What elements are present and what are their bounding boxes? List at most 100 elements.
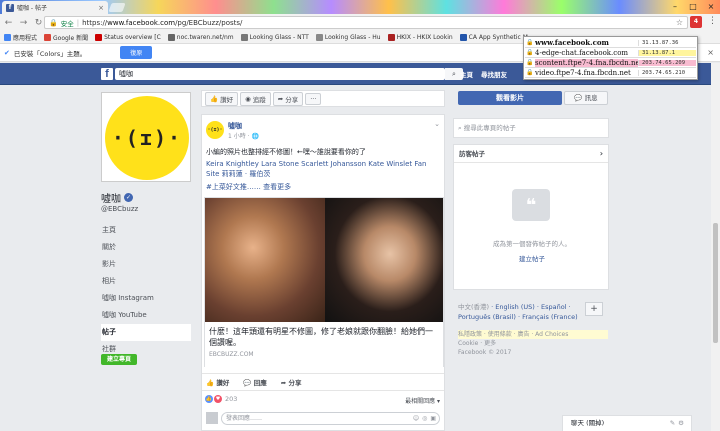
chat-settings-icons[interactable]: ✎⚙ — [670, 416, 687, 431]
extension-ip-icon[interactable]: 4 — [690, 16, 702, 28]
love-reaction-icon: ♥ — [214, 395, 222, 403]
see-more-link[interactable]: 查看更多 — [263, 183, 291, 191]
forward-icon[interactable]: → — [19, 18, 28, 28]
post-like-button[interactable]: 👍 讚好 — [206, 377, 229, 387]
watch-video-button[interactable]: 觀看影片 — [458, 91, 562, 105]
close-window-icon[interactable]: × — [702, 0, 720, 12]
comment-sort-dropdown[interactable]: 最相關回應 ▾ — [405, 396, 440, 405]
post-author-name[interactable]: 噓咖 — [228, 121, 242, 131]
comment-attach-icons[interactable]: ☺◎▣ — [413, 413, 439, 424]
link-preview-card[interactable]: 什麼！這年頭還有明星不修圖，修了老娘就跟你翻臉！給她們一個讚喔。 EBCBUZZ… — [204, 197, 444, 367]
infobar-close-icon[interactable]: × — [707, 48, 714, 57]
bookmark-item[interactable]: HKIX - HKIX Lookin — [387, 33, 453, 41]
page-posts-search-input[interactable]: ⌕ 搜尋此專頁的帖子 — [453, 118, 609, 138]
page-nav-item[interactable]: 相片 — [101, 273, 191, 290]
link-image-right — [325, 198, 443, 322]
more-options-button[interactable]: ··· — [305, 92, 322, 105]
facebook-logo-icon[interactable]: f — [101, 68, 113, 80]
browser-tab[interactable]: f 噓咖 - 帖子 × — [2, 1, 108, 14]
footer-cookie-links[interactable]: Cookie · 更多 — [458, 339, 608, 348]
browser-menu-icon[interactable]: ⋮ — [708, 16, 717, 26]
tab-strip: f 噓咖 - 帖子 × – □ × — [0, 0, 720, 14]
undo-button[interactable]: 復原 — [120, 46, 153, 59]
facebook-nav: 主頁 尋找朋友 — [460, 69, 507, 79]
bookmark-star-icon[interactable]: ☆ — [676, 18, 683, 27]
create-page-button[interactable]: 建立專頁 — [101, 354, 137, 365]
chat-bar[interactable]: 聊天 (關掉) ✎⚙ — [562, 415, 692, 431]
page-nav-item[interactable]: 噓咖 YouTube — [101, 307, 191, 324]
bookmark-favicon-icon — [315, 33, 323, 41]
bookmark-item[interactable]: noc.twaren.net/nm — [167, 33, 234, 41]
current-language: 中文(香港) — [458, 303, 490, 311]
nav-home[interactable]: 主頁 — [460, 69, 473, 79]
page-nav-item[interactable]: 影片 — [101, 256, 191, 273]
facebook-search-input[interactable]: 噓咖 — [115, 68, 445, 80]
follow-page-button[interactable]: ◉ 追蹤 — [240, 91, 271, 106]
address-bar[interactable]: 🔒 安全 | https://www.facebook.com/pg/EBCbu… — [44, 16, 688, 29]
footer-links[interactable]: 私隱政策 · 使用條款 · 廣告 · Ad Choices — [458, 330, 608, 339]
visitor-posts-title[interactable]: 訪客帖子 › — [454, 145, 608, 163]
page-profile-picture[interactable]: ·(ɪ)· — [101, 92, 191, 182]
bookmark-favicon-icon — [167, 33, 175, 41]
share-arrow-icon: ➦ — [277, 94, 284, 103]
chevron-right-icon: › — [599, 149, 603, 158]
post-timestamp[interactable]: 1 小時 · 🌐 — [228, 131, 259, 140]
comment-input[interactable]: 發表回應…… ☺◎▣ — [221, 411, 440, 425]
post-reactions[interactable]: 👍 ♥ 203 — [205, 395, 237, 403]
close-tab-icon[interactable]: × — [98, 4, 104, 12]
back-icon[interactable]: ← — [4, 18, 13, 28]
language-selector: 中文(香港) · English (US) · Español · Portug… — [458, 303, 578, 321]
new-tab-button[interactable] — [108, 3, 126, 12]
feed-post: ·(ɪ)· 噓咖 1 小時 · 🌐 ⌄ 小編的照片也整排經不修圖！←嘿～誰說要看… — [201, 114, 445, 431]
verified-badge-icon: ✓ — [124, 193, 133, 202]
post-options-chevron-icon[interactable]: ⌄ — [434, 120, 440, 128]
link-image-left — [205, 198, 325, 322]
reload-icon[interactable]: ↻ — [34, 18, 43, 28]
ip-row[interactable]: 🔒 4-edge-chat.facebook.com 31.13.87.1 — [525, 48, 696, 58]
post-tagged-links[interactable]: Keira Knightley Lara Stone Scarlett Joha… — [206, 159, 442, 179]
link-title: 什麼！這年頭還有明星不修圖，修了老娘就跟你翻臉！給她們一個讚喔。 — [209, 327, 433, 347]
lock-icon: 🔒 — [526, 69, 534, 76]
page-nav-item[interactable]: 噓咖 Instagram — [101, 290, 191, 307]
share-page-button[interactable]: ➦ 分享 — [272, 91, 304, 106]
message-button[interactable]: 💬 訊息 — [564, 91, 608, 105]
page-nav-item[interactable]: 主頁 — [101, 222, 191, 239]
post-text: 小編的照片也整排經不修圖！←嘿～誰說要看你的了 — [206, 148, 366, 156]
add-language-button[interactable]: + — [585, 302, 603, 316]
bookmark-item[interactable]: CA App Synthetic M — [459, 33, 528, 41]
nav-find-friends[interactable]: 尋找朋友 — [481, 69, 507, 79]
url-text: https://www.facebook.com/pg/EBCbuzz/post… — [82, 18, 243, 27]
facebook-favicon-icon: f — [6, 3, 14, 12]
like-page-button[interactable]: 👍 讚好 — [205, 91, 239, 106]
bookmark-item[interactable]: Looking Glass - NTT — [240, 33, 309, 41]
lock-icon: 🔒 — [526, 59, 534, 66]
post-share-button[interactable]: ➦ 分享 — [281, 377, 302, 387]
page-scrollbar[interactable] — [711, 63, 720, 431]
post-comment-button[interactable]: 💬 回應 — [243, 377, 266, 387]
page-nav-item[interactable]: 帖子 — [101, 324, 191, 341]
bookmark-item[interactable]: Looking Glass - Hu — [315, 33, 381, 41]
page-left-nav: 主頁 關於 影片 相片 噓咖 Instagram 噓咖 YouTube 帖子 社群 — [101, 222, 191, 358]
ip-row[interactable]: 🔒 video.ftpe7-4.fna.fbcdn.net 203.74.65.21… — [525, 68, 696, 78]
ip-host: 4-edge-chat.facebook.com — [535, 48, 629, 57]
bookmark-item[interactable]: Google 新聞 — [44, 33, 88, 42]
ip-host: video.ftpe7-4.fna.fbcdn.net — [535, 68, 631, 77]
bookmark-item[interactable]: Status overview [C — [95, 33, 161, 41]
bookmark-favicon-icon — [44, 33, 52, 41]
maximize-icon[interactable]: □ — [684, 0, 702, 12]
page-handle[interactable]: @EBCbuzz — [101, 205, 138, 213]
ip-row[interactable]: 🔒 www.facebook.com 31.13.87.36 — [525, 38, 696, 48]
commenter-avatar — [206, 412, 218, 424]
scrollbar-thumb[interactable] — [713, 223, 718, 343]
bookmark-favicon-icon — [4, 33, 11, 41]
page-nav-item[interactable]: 關於 — [101, 239, 191, 256]
minimize-icon[interactable]: – — [666, 0, 684, 12]
link-source: EBCBUZZ.COM — [209, 351, 254, 358]
bookmark-item[interactable]: 應用程式 — [4, 33, 37, 42]
tab-title: 噓咖 - 帖子 — [17, 5, 47, 12]
create-post-link[interactable]: 建立帖子 — [454, 253, 610, 263]
page-name[interactable]: 噓咖 ✓ — [101, 190, 133, 205]
footer-copyright: Facebook © 2017 — [458, 349, 512, 356]
post-author-avatar[interactable]: ·(ɪ)· — [206, 121, 224, 139]
ip-row[interactable]: 🔒 scontent.ftpe7-4.fna.fbcdn.net 203.74.65… — [525, 58, 696, 68]
